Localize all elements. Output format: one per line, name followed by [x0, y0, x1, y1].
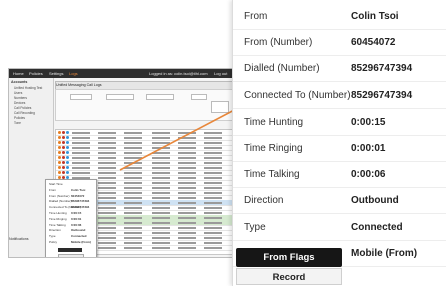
- row-divider: [233, 213, 446, 214]
- detail-value: 85296747394: [351, 90, 413, 101]
- row-divider: [233, 81, 446, 82]
- detail-value: Colin Tsoi: [351, 11, 399, 22]
- detail-value: Mobile (From): [351, 248, 418, 259]
- detail-label: Type: [244, 222, 266, 233]
- detail-row: From (Number) 60454072: [233, 30, 446, 56]
- detail-label: Time Hunting: [244, 117, 304, 128]
- detail-row: Type Connected: [233, 215, 446, 241]
- detail-row: Dialled (Number) 85296747394: [233, 56, 446, 82]
- detail-value: 85296747394: [351, 63, 413, 74]
- detail-row: Connected To (Number) 85296747394: [233, 83, 446, 109]
- detail-value: 0:00:01: [351, 143, 386, 154]
- detail-value: 60454072: [351, 37, 396, 48]
- call-details-panel: From Colin Tsoi From (Number) 60454072 Diall…: [232, 0, 446, 286]
- detail-label: Connected To (Number): [244, 90, 351, 101]
- from-flags-button[interactable]: From Flags: [236, 248, 342, 267]
- detail-value: Connected: [351, 222, 403, 233]
- detail-value: 0:00:06: [351, 169, 386, 180]
- detail-label: Dialled (Number): [244, 63, 320, 74]
- detail-label: Direction: [244, 195, 284, 206]
- detail-label: Time Ringing: [244, 143, 303, 154]
- detail-label: Time Talking: [244, 169, 300, 180]
- detail-row: Time Hunting 0:00:15: [233, 110, 446, 136]
- detail-row: Time Ringing 0:00:01: [233, 136, 446, 162]
- detail-value: 0:00:15: [351, 117, 386, 128]
- detail-row: Direction Outbound: [233, 188, 446, 214]
- detail-label: From: [244, 11, 268, 22]
- detail-row: Time Talking 0:00:06: [233, 162, 446, 188]
- detail-label: From (Number): [244, 37, 313, 48]
- detail-row: From Colin Tsoi: [233, 4, 446, 30]
- detail-value: Outbound: [351, 195, 399, 206]
- row-divider: [233, 108, 446, 109]
- record-button[interactable]: Record: [236, 268, 342, 285]
